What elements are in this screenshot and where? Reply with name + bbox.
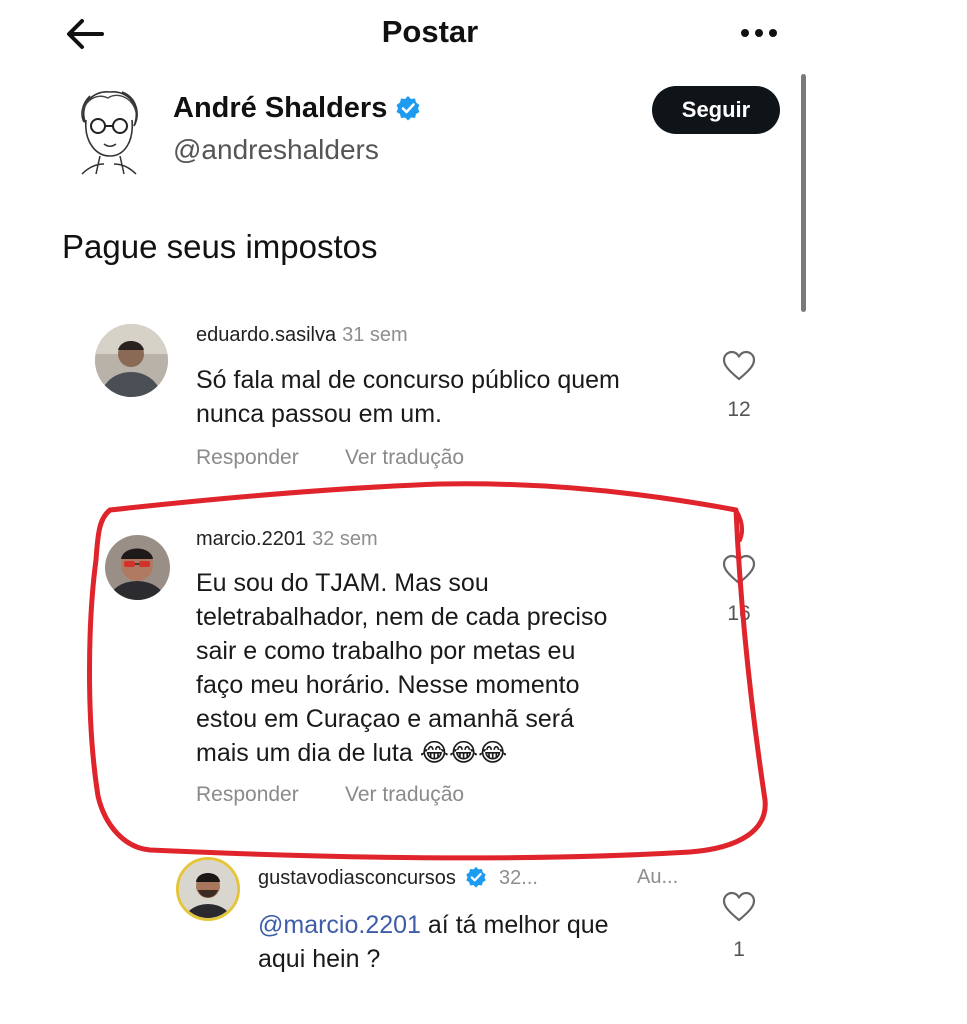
comment-username[interactable]: marcio.2201 bbox=[196, 528, 306, 550]
comment-text: Só fala mal de concurso público quem nun… bbox=[196, 363, 620, 431]
commenter-avatar[interactable] bbox=[95, 324, 168, 397]
commenter-avatar[interactable] bbox=[105, 535, 170, 600]
comment-line: aí tá melhor que bbox=[420, 911, 609, 939]
comment-line: nunca passou em um. bbox=[196, 400, 442, 428]
author-handle[interactable]: @andreshalders bbox=[173, 134, 379, 166]
mention-link[interactable]: @marcio.2201 bbox=[258, 911, 421, 939]
verified-badge-icon bbox=[466, 866, 487, 888]
comment-username-row: marcio.2201 32 sem bbox=[196, 528, 378, 551]
author-tag: Au... bbox=[637, 866, 679, 888]
comment-time: 32... bbox=[499, 867, 538, 889]
comment-line-last: mais um dia de luta 😂😂😂 bbox=[196, 736, 607, 770]
post-text: Pague seus impostos bbox=[62, 228, 378, 265]
laughing-emoji: 😂😂😂 bbox=[419, 739, 508, 767]
like-count: 12 bbox=[727, 398, 751, 421]
like-count: 16 bbox=[727, 602, 751, 625]
comment-line: teletrabalhador, nem de cada preciso bbox=[196, 603, 608, 631]
reply-button[interactable]: Responder bbox=[196, 783, 299, 807]
comment-username-row: gustavodiasconcursos 32... bbox=[258, 866, 538, 890]
author-name-text: André Shalders bbox=[173, 92, 388, 124]
comment-username[interactable]: eduardo.sasilva bbox=[196, 324, 336, 346]
comment-line: mais um dia de luta bbox=[196, 739, 413, 767]
comment-username[interactable]: gustavodiasconcursos bbox=[258, 867, 456, 889]
like-heart-icon[interactable] bbox=[722, 350, 756, 382]
follow-button[interactable]: Seguir bbox=[652, 86, 780, 134]
verified-badge-icon bbox=[396, 96, 420, 121]
comment-line: estou em Curaçao e amanhã será bbox=[196, 705, 574, 733]
comment-time: 31 sem bbox=[342, 324, 408, 346]
comment-text: @marcio.2201 aí tá melhor que aqui hein … bbox=[258, 908, 609, 976]
translate-button[interactable]: Ver tradução bbox=[345, 446, 464, 470]
comment-time: 32 sem bbox=[312, 528, 378, 550]
comment-username-row: eduardo.sasilva 31 sem bbox=[196, 324, 408, 347]
like-heart-icon[interactable] bbox=[722, 554, 756, 586]
comment-line: Só fala mal de concurso público quem bbox=[196, 366, 620, 394]
comment-text: Eu sou do TJAM. Mas sou teletrabalhador,… bbox=[196, 566, 607, 770]
scrollbar[interactable] bbox=[801, 74, 806, 312]
author-avatar[interactable] bbox=[70, 86, 148, 176]
comment-line: aqui hein ? bbox=[258, 945, 381, 973]
page-title: Postar bbox=[381, 14, 479, 49]
comment-line: Eu sou do TJAM. Mas sou bbox=[196, 569, 489, 597]
author-name[interactable]: André Shalders bbox=[173, 92, 421, 125]
commenter-avatar[interactable] bbox=[176, 857, 240, 921]
comment-line: sair e como trabalho por metas eu bbox=[196, 637, 576, 665]
like-count: 1 bbox=[733, 938, 745, 961]
more-options-icon[interactable] bbox=[737, 16, 781, 50]
reply-button[interactable]: Responder bbox=[196, 446, 299, 470]
translate-button[interactable]: Ver tradução bbox=[345, 783, 464, 807]
like-heart-icon[interactable] bbox=[722, 891, 756, 923]
comment-line: faço meu horário. Nesse momento bbox=[196, 671, 580, 699]
comment-line-first: @marcio.2201 aí tá melhor que bbox=[258, 908, 609, 942]
